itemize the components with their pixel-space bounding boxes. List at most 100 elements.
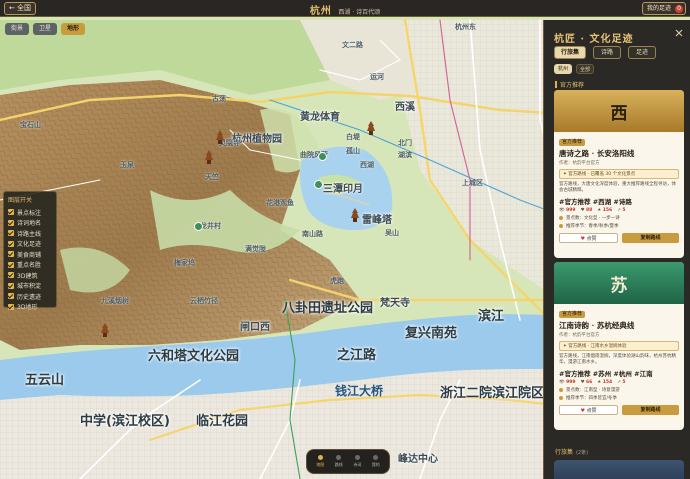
copy-route-button[interactable]: 复制路线 xyxy=(622,233,679,243)
city-subtitle: 西湖 · 诗百代颂 xyxy=(338,9,381,16)
layer-toggle[interactable]: 3D地形 xyxy=(8,302,52,313)
chip-all[interactable]: 全部 xyxy=(576,64,594,74)
quyuan-marker-icon[interactable] xyxy=(318,152,327,161)
layer-label: 3D建筑 xyxy=(17,272,38,280)
layer-toggle[interactable]: 美食商铺 xyxy=(8,249,52,260)
pagoda-pin-icon[interactable] xyxy=(215,130,225,144)
location-icon xyxy=(559,216,563,220)
travel-collection-footer[interactable]: 行旅集 (2条) xyxy=(555,447,588,456)
layer-label: 3D地形 xyxy=(17,304,38,312)
like-button[interactable]: ♥ 点赞 xyxy=(559,405,618,415)
layer-toggle[interactable]: 文化足迹 xyxy=(8,239,52,250)
nav-route[interactable]: 路线 xyxy=(331,455,347,468)
tab-footprint[interactable]: 足迹 xyxy=(628,46,656,59)
layer-label: 城市积淀 xyxy=(17,283,42,291)
route-stats: 👁 999 ♥ 88 ★ 156 ↗ 5 xyxy=(559,208,679,213)
collects-stat: ★ 156 xyxy=(597,208,613,213)
layer-label: 景点标注 xyxy=(17,209,42,217)
map-icon xyxy=(317,455,323,460)
leifeng-pin-icon[interactable] xyxy=(350,208,360,222)
views-count: 999 xyxy=(566,380,576,385)
longjing-marker-icon[interactable] xyxy=(194,222,203,231)
info-row: 推荐季节：春季/秋季/夏季 xyxy=(559,223,679,229)
layer-label: 诗路主线 xyxy=(17,230,42,238)
layer-toggle[interactable]: 历史遗迹 xyxy=(8,291,52,302)
header-title: 杭州 西湖 · 诗百代颂 xyxy=(0,2,690,17)
nav-poems[interactable]: 诗词 xyxy=(349,455,365,468)
santan-marker-icon[interactable] xyxy=(314,180,323,189)
layer-toggle[interactable]: 重点名胜 xyxy=(8,260,52,271)
info-text: 景点数：文化型 · 一步一诗 xyxy=(566,216,620,221)
section-heading-text: 官方推荐 xyxy=(560,82,585,89)
chip-city[interactable]: 杭州 xyxy=(554,64,572,74)
poem-icon xyxy=(354,455,360,460)
checkbox-icon[interactable] xyxy=(8,240,14,247)
nav-label: 我的 xyxy=(371,462,380,467)
footprint-count-badge: 0 xyxy=(675,5,683,13)
collects-count: 154 xyxy=(602,380,613,385)
tab-street[interactable]: 街景 xyxy=(5,23,29,35)
nav-label: 路线 xyxy=(334,462,343,467)
checkbox-icon[interactable] xyxy=(8,261,14,268)
likes-count: 88 xyxy=(586,208,593,213)
next-route-card[interactable] xyxy=(554,460,684,479)
nav-map[interactable]: 地图 xyxy=(312,455,328,468)
checkbox-icon[interactable] xyxy=(8,209,14,216)
collects-stat: ★ 154 xyxy=(597,380,613,385)
route-name: 唐诗之路 · 长安洛阳线 xyxy=(559,149,635,158)
heart-icon: ♥ xyxy=(580,236,585,242)
layer-toggle[interactable]: 诗词地名 xyxy=(8,218,52,229)
nav-profile[interactable]: 我的 xyxy=(368,455,384,468)
route-card[interactable]: 西 官方推荐 唐诗之路 · 长安洛阳线 作者：杭韵平台官方 ✦ 官方路线 · 已… xyxy=(554,90,684,258)
layer-toggle[interactable]: 3D建筑 xyxy=(8,270,52,281)
like-button[interactable]: ♥ 点赞 xyxy=(559,233,618,243)
like-label: 点赞 xyxy=(586,408,597,414)
tab-travel-collection[interactable]: 行旅集 xyxy=(554,46,586,59)
checkbox-icon[interactable] xyxy=(8,219,14,226)
pagoda-pin-icon[interactable] xyxy=(366,121,376,135)
likes-stat: ♥ 66 xyxy=(580,380,593,385)
checkbox-icon[interactable] xyxy=(8,230,14,237)
copy-route-button[interactable]: 复制路线 xyxy=(622,405,679,415)
views-stat: 👁 999 xyxy=(559,380,576,385)
route-description: 官方路线，大唐文化深度体验，重大推荐路线全程寻访，体会古城精粹。 xyxy=(559,182,676,193)
checkbox-icon[interactable] xyxy=(8,293,14,300)
official-tag: 官方推荐 xyxy=(559,311,586,318)
liuhe-pin-icon[interactable] xyxy=(100,323,110,337)
section-bar-icon xyxy=(555,81,557,88)
bottom-navigation: 地图 路线 诗词 我的 xyxy=(306,449,390,474)
checkbox-icon[interactable] xyxy=(8,251,14,258)
calendar-icon xyxy=(559,396,563,400)
section-official-heading: 官方推荐 xyxy=(555,80,584,89)
layer-toggle-panel: 图层开关 景点标注 诗词地名 诗路主线 文化足迹 美食商铺 重点名胜 3D建筑 … xyxy=(3,191,57,311)
info-text: 景点数：江南型 · 诗意漫游 xyxy=(566,388,620,393)
collects-count: 156 xyxy=(602,208,613,213)
layer-label: 诗词地名 xyxy=(17,220,42,228)
route-card[interactable]: 苏 官方推荐 江南诗韵 · 苏杭经典线 作者：杭韵平台官方 ✦ 官方路线 · 江… xyxy=(554,262,684,430)
my-footprints-button[interactable]: 我的足迹 0 xyxy=(642,2,686,15)
user-icon xyxy=(373,455,379,460)
layer-label: 美食商铺 xyxy=(17,251,42,259)
shares-count: 5 xyxy=(622,380,626,385)
checkbox-icon[interactable] xyxy=(8,303,14,310)
close-icon[interactable] xyxy=(675,29,683,37)
layer-toggle[interactable]: 景点标注 xyxy=(8,207,52,218)
layer-label: 文化足迹 xyxy=(17,241,42,249)
nav-label: 地图 xyxy=(316,462,325,467)
route-author: 作者：杭韵平台官方 xyxy=(559,161,600,166)
route-quote: ✦ 官方路线 · 江南水乡温婉体验 xyxy=(559,341,679,351)
layer-toggle[interactable]: 诗路主线 xyxy=(8,228,52,239)
checkbox-icon[interactable] xyxy=(8,272,14,279)
likes-stat: ♥ 88 xyxy=(580,208,593,213)
route-description: 官方路线，江南烟雨温婉，深度体验湖山韵味，杭州苏杭精华，漫游江南水乡。 xyxy=(559,354,676,365)
tab-satellite[interactable]: 卫星 xyxy=(33,23,57,35)
tab-poem-route[interactable]: 诗路 xyxy=(593,46,621,59)
layer-toggle[interactable]: 城市积淀 xyxy=(8,281,52,292)
heart-icon: ♥ xyxy=(580,408,585,414)
card-glyph: 西 xyxy=(610,103,628,124)
checkbox-icon[interactable] xyxy=(8,282,14,289)
lingyin-pin-icon[interactable] xyxy=(204,150,214,164)
top-bar: ← 全国 杭州 西湖 · 诗百代颂 我的足迹 0 xyxy=(0,0,690,17)
tab-terrain[interactable]: 地形 xyxy=(61,23,85,35)
collection-heading: 行旅集 xyxy=(555,449,574,456)
